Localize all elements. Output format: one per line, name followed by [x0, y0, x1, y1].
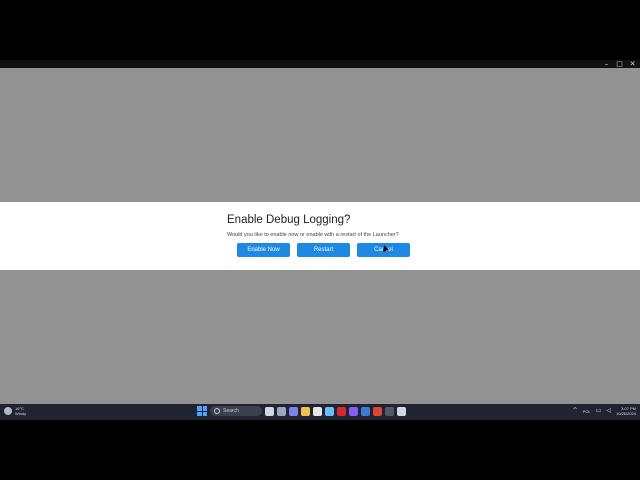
taskbar-search[interactable]: Search: [210, 406, 262, 416]
weather-text: 16°C Windy: [15, 406, 26, 416]
window-controls: – □ ✕: [603, 59, 636, 69]
top-letterbox: [0, 0, 640, 60]
minimize-button[interactable]: –: [603, 59, 610, 69]
launcher-window: – □ ✕ Enable Debug Logging? Would you li…: [0, 60, 640, 404]
store-icon[interactable]: [313, 406, 322, 416]
app-red-icon[interactable]: [337, 406, 346, 416]
clock[interactable]: 3:07 PM 10/26/2024: [616, 406, 636, 416]
app-purple-icon[interactable]: [349, 406, 358, 416]
app-blue-icon[interactable]: [361, 406, 370, 416]
system-tray: ^ POL ▭ ◁ 3:07 PM 10/26/2024: [573, 406, 636, 416]
settings-icon[interactable]: [397, 406, 406, 416]
taskbar-center: Search: [197, 406, 406, 416]
bottom-letterbox: [0, 420, 640, 480]
tray-chevron-icon[interactable]: ^: [573, 406, 578, 416]
steam-icon[interactable]: [325, 406, 334, 416]
start-icon[interactable]: [197, 406, 207, 416]
widgets-icon[interactable]: [265, 406, 274, 416]
weather-widget[interactable]: 16°C Windy: [4, 406, 26, 416]
search-placeholder: Search: [223, 408, 239, 414]
restart-button[interactable]: Restart: [297, 243, 350, 257]
maximize-button[interactable]: □: [616, 59, 623, 69]
taskbar: 16°C Windy Search ^ POL ▭ ◁ 3:07 PM 10/2…: [0, 404, 640, 420]
app-dark-icon[interactable]: [385, 406, 394, 416]
close-button[interactable]: ✕: [629, 59, 636, 69]
file-explorer-icon[interactable]: [301, 406, 310, 416]
chat-icon[interactable]: [289, 406, 298, 416]
dialog-message: Would you like to enable now or enable w…: [227, 232, 399, 238]
task-view-icon[interactable]: [277, 406, 286, 416]
dialog-title: Enable Debug Logging?: [227, 214, 351, 226]
enable-now-button[interactable]: Enable Now: [237, 243, 290, 257]
volume-icon[interactable]: ◁: [606, 406, 611, 416]
search-icon: [214, 408, 220, 414]
clock-date: 10/26/2024: [615, 411, 636, 416]
chrome-icon[interactable]: [373, 406, 382, 416]
network-icon[interactable]: ▭: [596, 406, 602, 416]
weather-condition: Windy: [15, 411, 27, 416]
weather-icon: [4, 407, 12, 415]
language-indicator[interactable]: POL: [583, 409, 591, 414]
debug-logging-dialog: Enable Debug Logging? Would you like to …: [0, 202, 640, 270]
title-bar: – □ ✕: [0, 60, 640, 68]
